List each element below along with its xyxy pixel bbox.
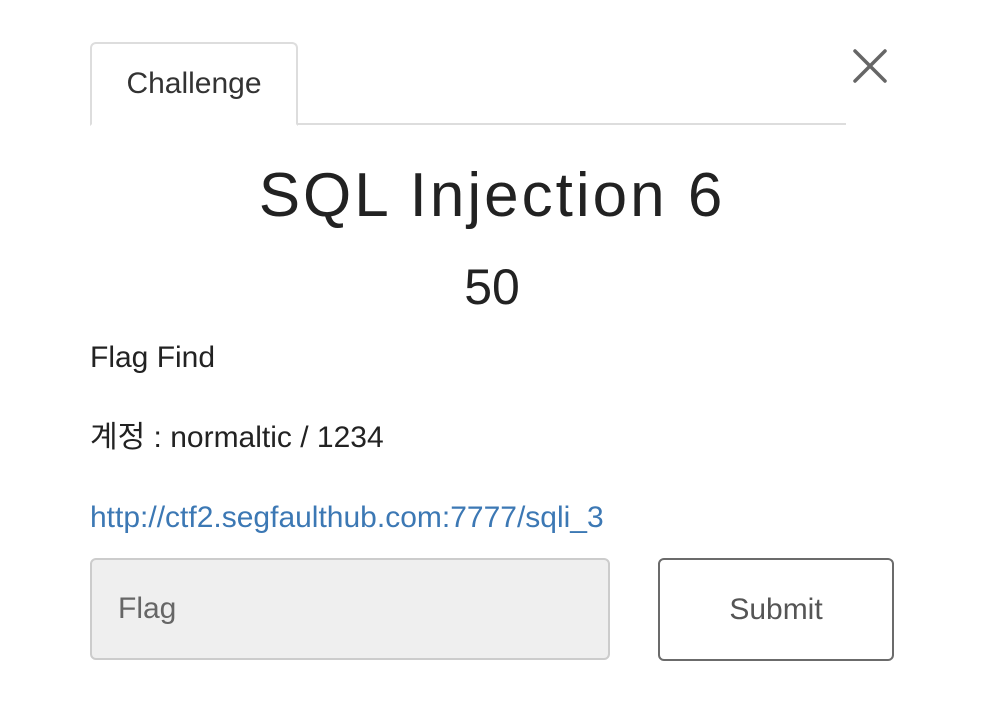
close-icon <box>853 49 887 83</box>
tab-bar: Challenge <box>90 42 846 126</box>
flag-input[interactable] <box>90 558 610 660</box>
submit-button[interactable]: Submit <box>658 558 894 661</box>
tab-challenge[interactable]: Challenge <box>90 42 298 126</box>
description-line: 계정 : normaltic / 1234 <box>90 421 384 454</box>
close-button[interactable] <box>850 46 892 88</box>
challenge-link[interactable]: http://ctf2.segfaulthub.com:7777/sqli_3 <box>90 498 604 538</box>
challenge-points: 50 <box>464 259 520 315</box>
challenge-modal: Challenge SQL Injection 6 50 Flag Find 계… <box>0 0 984 702</box>
description-line: Flag Find <box>90 341 216 374</box>
challenge-title: SQL Injection 6 <box>258 161 726 230</box>
